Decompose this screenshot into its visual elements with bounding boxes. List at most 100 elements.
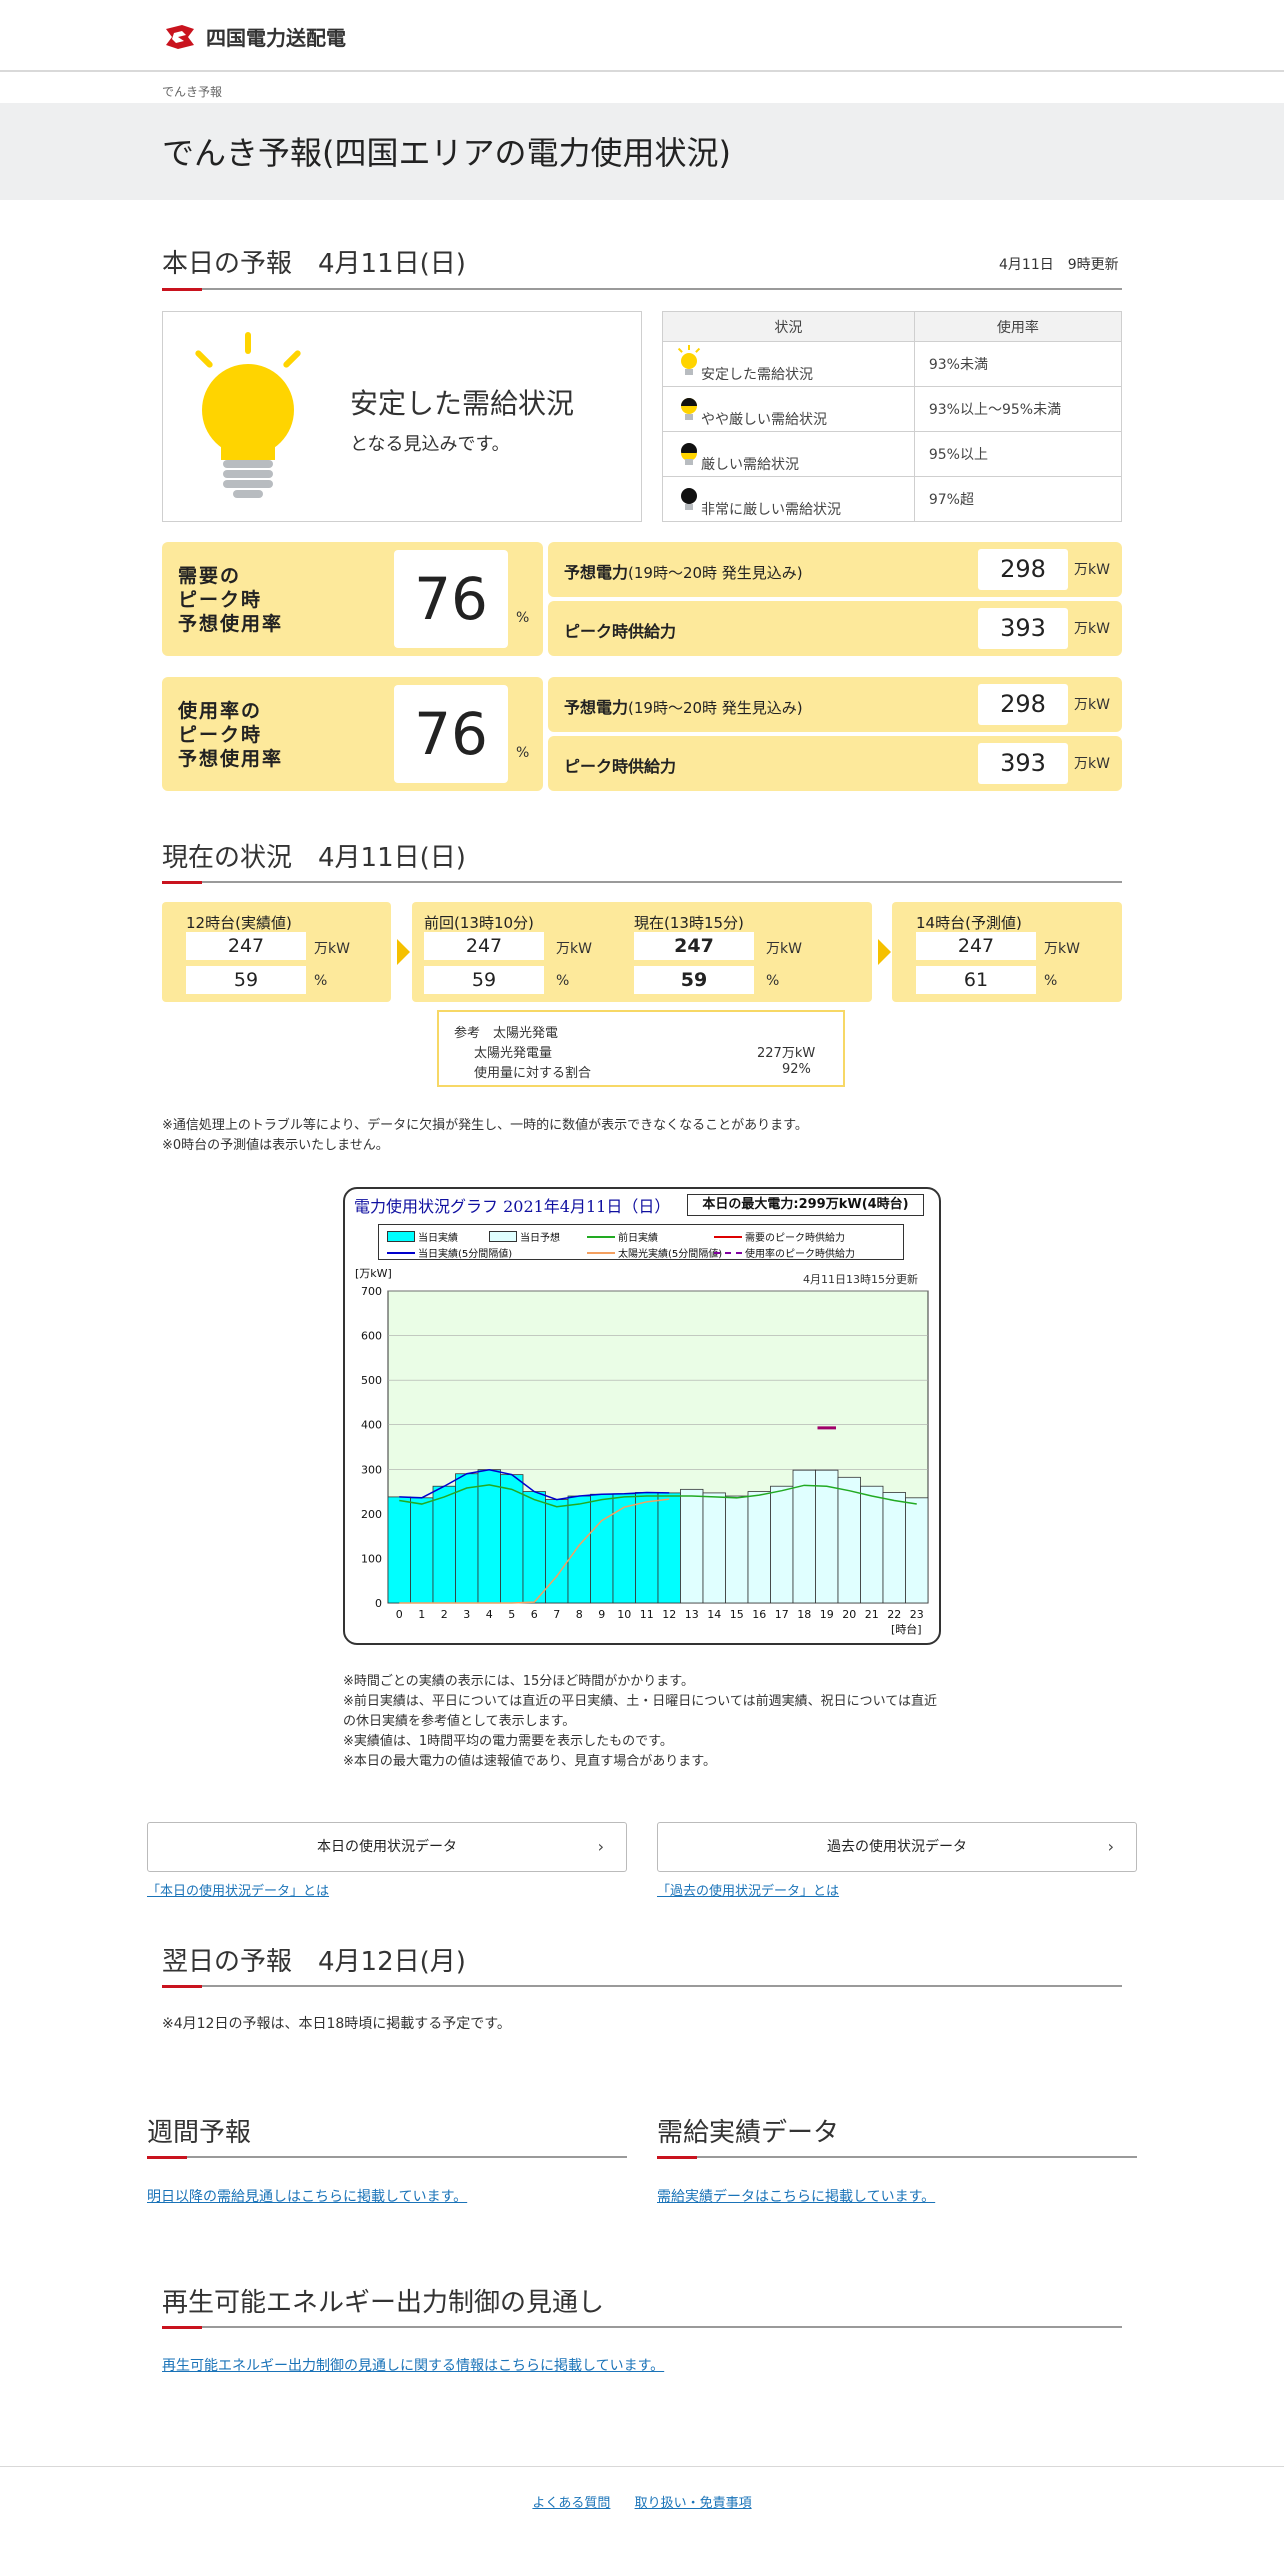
x-tick-label: 0 — [396, 1608, 403, 1621]
forecast-supply-row: ピーク時供給力 393 万kW — [548, 736, 1122, 791]
weekly-link[interactable]: 明日以降の需給見通しはこちらに掲載しています。 — [147, 2186, 467, 2206]
bar-forecast — [837, 1476, 861, 1604]
current-pct-unit: % — [556, 973, 570, 989]
solar-amount-value: 227万kW — [757, 1046, 816, 1061]
past-data-help-link[interactable]: 「過去の使用状況データ」とは — [657, 1880, 839, 1899]
forecast-demand-row: 予想電力(19時～20時 発生見込み) 298 万kW — [548, 677, 1122, 732]
x-tick-label: 5 — [508, 1608, 515, 1621]
notes-data-loss: ※通信処理上のトラブル等により、データに欠損が発生し、一時的に数値が表示できなく… — [162, 1116, 808, 1156]
forecast-peak-usage-block: 需要の ピーク時 予想使用率 76 % — [162, 542, 543, 656]
breadcrumb[interactable]: でんき予報 — [162, 83, 222, 100]
current-kw-value: 247 — [186, 932, 306, 960]
legend-item: 当日実績 — [387, 1229, 458, 1244]
legend-item: 当日実績(5分間隔値) — [387, 1245, 512, 1260]
forecast-demand-label-main: 予想電力 — [564, 698, 629, 717]
forecast-label-line: ピーク時 — [178, 724, 263, 746]
current-pct-value: 59 — [186, 966, 306, 994]
faq-link[interactable]: よくある質問 — [532, 2496, 610, 2511]
forecast-demand-label: 予想電力(19時～20時 発生見込み) — [564, 559, 803, 583]
forecast-supply-label: ピーク時供給力 — [564, 622, 677, 641]
current-kw-value: 247 — [916, 932, 1036, 960]
supply-link[interactable]: 需給実績データはこちらに掲載しています。 — [657, 2186, 935, 2206]
current-pct-unit: % — [314, 973, 328, 989]
x-tick-label: 8 — [576, 1608, 583, 1621]
x-tick-label: 11 — [640, 1608, 654, 1621]
note-line: ※0時台の予測値は表示いたしません。 — [162, 1138, 389, 1153]
forecast-demand-value: 298 — [978, 684, 1068, 725]
status-legend-table: 状況 使用率 安定した需給状況 93%未満 やや厳しい需給状況 93%以上～95… — [662, 311, 1123, 522]
forecast-label-line: ピーク時 — [178, 589, 263, 611]
forecast-demand-row: 予想電力(19時～20時 発生見込み) 298 万kW — [548, 542, 1122, 597]
chevron-right-icon: › — [597, 1837, 604, 1856]
note-line: ※実績値は、1時間平均の電力需要を表示したものです。 — [343, 1734, 673, 1749]
chart-x-unit: [時台] — [891, 1623, 922, 1636]
legend-row: 厳しい需給状況 95%以上 — [662, 431, 1123, 477]
arrow-right-icon — [878, 939, 891, 965]
bar-actual — [545, 1499, 569, 1604]
bar-forecast — [725, 1495, 749, 1604]
y-tick-label: 300 — [361, 1463, 382, 1476]
legend-label: 使用率のピーク時供給力 — [745, 1249, 855, 1260]
today-data-help-link[interactable]: 「本日の使用状況データ」とは — [147, 1880, 329, 1899]
forecast-supply-unit: 万kW — [1074, 621, 1110, 637]
forecast-demand-value: 298 — [978, 549, 1068, 590]
solar-title: 参考 太陽光発電 — [454, 1026, 559, 1041]
x-tick-label: 2 — [441, 1608, 448, 1621]
forecast-label: 需要の ピーク時 予想使用率 — [178, 564, 283, 636]
bulb-stable-icon — [677, 344, 701, 375]
current-kw-value: 247 — [634, 932, 754, 960]
forecast-demand-label-main: 予想電力 — [564, 563, 629, 582]
legend-header-rate: 使用率 — [913, 311, 1123, 342]
forecast-supply-label: ピーク時供給力 — [564, 757, 677, 776]
logo[interactable]: 四国電力送配電 — [162, 22, 346, 51]
current-pct-value: 59 — [424, 966, 544, 994]
bulb-icon — [195, 332, 301, 498]
terms-link[interactable]: 取り扱い・免責事項 — [635, 2496, 752, 2511]
note-line: ※前日実績は、平日については直近の平日実績、土・日曜日については前週実績、祝日に… — [343, 1694, 937, 1709]
logo-text: 四国電力送配電 — [206, 26, 346, 50]
x-tick-label: 20 — [842, 1608, 856, 1621]
bar-actual — [477, 1469, 501, 1604]
footer-divider — [0, 2466, 1284, 2467]
x-tick-label: 14 — [707, 1608, 721, 1621]
forecast-usage-peak-block: 使用率の ピーク時 予想使用率 76 % — [162, 677, 543, 791]
renewable-title-rule — [162, 2326, 1122, 2329]
bar-forecast — [905, 1497, 929, 1604]
status-box: 安定した需給状況 となる見込みです。 — [162, 311, 642, 522]
current-title: 現在の状況 4月11日(日) — [162, 843, 466, 873]
chart-title: 電力使用状況グラフ 2021年4月11日（日） — [354, 1197, 671, 1216]
y-tick-label: 500 — [361, 1374, 382, 1387]
current-kw-unit: 万kW — [314, 941, 350, 957]
y-tick-label: 0 — [375, 1597, 382, 1610]
bar-actual — [657, 1492, 681, 1604]
x-tick-label: 16 — [752, 1608, 766, 1621]
tomorrow-note: ※4月12日の予報は、本日18時頃に掲載する予定です。 — [162, 2016, 511, 2032]
current-title-rule — [162, 881, 1122, 884]
forecast-supply-unit: 万kW — [1074, 756, 1110, 772]
bulb-tight-icon — [681, 442, 697, 465]
bar-forecast — [882, 1492, 906, 1604]
x-tick-label: 10 — [617, 1608, 631, 1621]
legend-rate: 97%超 — [913, 476, 1123, 522]
weekly-title: 週間予報 — [147, 2118, 252, 2148]
forecast-usage-value: 76 — [394, 685, 508, 783]
x-tick-label: 21 — [865, 1608, 879, 1621]
legend-line — [587, 1251, 615, 1254]
today-data-button[interactable]: 本日の使用状況データ › — [147, 1822, 627, 1872]
y-tick-label: 700 — [361, 1285, 382, 1298]
bar-actual — [387, 1496, 411, 1604]
past-data-button[interactable]: 過去の使用状況データ › — [657, 1822, 1137, 1872]
note-line: ※通信処理上のトラブル等により、データに欠損が発生し、一時的に数値が表示できなく… — [162, 1118, 808, 1133]
chart-max-label: 本日の最大電力:299万kW(4時台) — [687, 1194, 924, 1216]
legend-item: 使用率のピーク時供給力 — [714, 1245, 855, 1260]
renewable-link[interactable]: 再生可能エネルギー出力制御の見通しに関する情報はこちらに掲載しています。 — [162, 2355, 664, 2375]
current-prev-hour-block: 12時台(実績値) 247 万kW 59 % — [162, 902, 391, 1002]
legend-item: 前日実績 — [587, 1229, 658, 1244]
forecast-demand-label: 予想電力(19時～20時 発生見込み) — [564, 694, 803, 718]
forecast-demand-unit: 万kW — [1074, 562, 1110, 578]
solar-reference-box: 参考 太陽光発電 太陽光発電量 227万kW 使用量に対する割合 92% — [437, 1010, 845, 1087]
legend-status: やや厳しい需給状況 — [701, 411, 827, 428]
bar-forecast — [747, 1491, 771, 1604]
bar-actual — [410, 1497, 434, 1604]
status-main: 安定した需給状況 — [350, 387, 575, 420]
